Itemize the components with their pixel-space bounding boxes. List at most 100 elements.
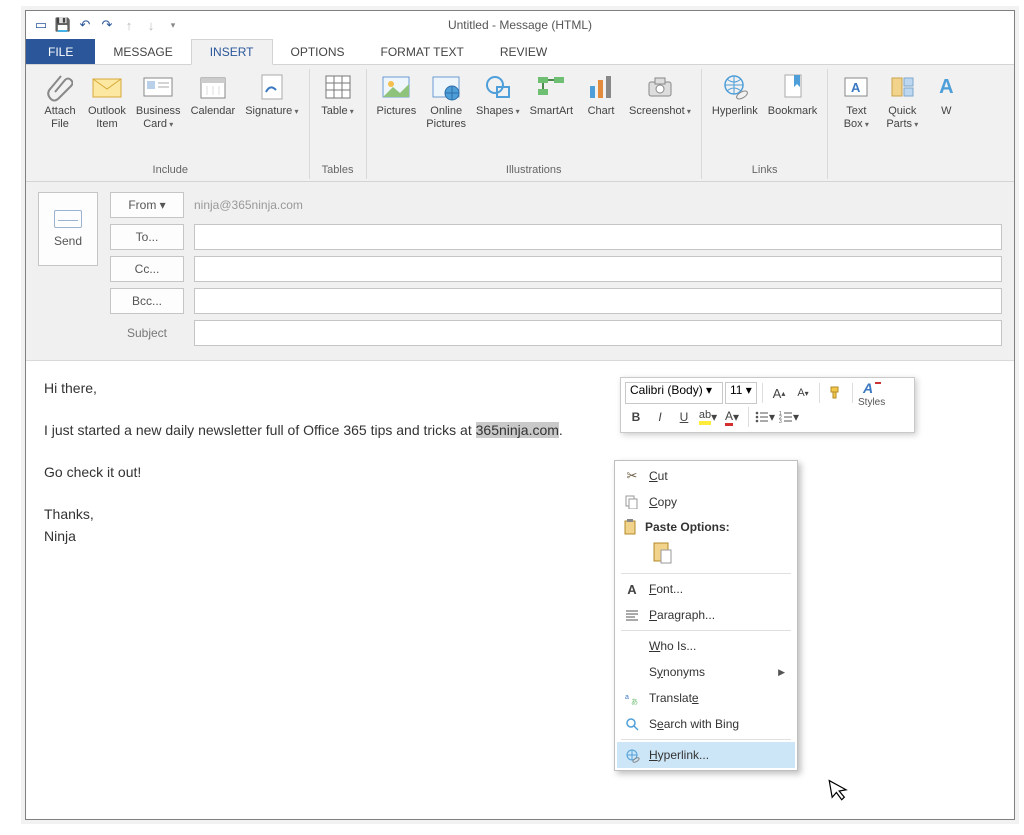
bookmark-icon (777, 71, 809, 103)
menu-font[interactable]: A Font... (617, 576, 795, 602)
text-box-button[interactable]: A Text Box (834, 69, 878, 163)
to-field[interactable] (194, 224, 1002, 250)
hyperlink-button[interactable]: Hyperlink (708, 69, 762, 163)
group-label: Illustrations (506, 163, 562, 179)
paperclip-icon (44, 71, 76, 103)
table-button[interactable]: Table (316, 69, 360, 163)
chart-button[interactable]: Chart (579, 69, 623, 163)
styles-icon[interactable]: A (861, 379, 883, 397)
font-size-select[interactable]: 11 ▾ (725, 382, 757, 404)
calendar-icon (197, 71, 229, 103)
wordart-button[interactable]: A W (926, 69, 966, 163)
envelope-icon (91, 71, 123, 103)
font-select[interactable]: Calibri (Body) ▾ (625, 382, 723, 404)
group-illustrations: Pictures Online Pictures Shapes SmartArt… (367, 69, 702, 179)
textbox-icon: A (840, 71, 872, 103)
copy-icon (623, 493, 641, 511)
tab-insert[interactable]: INSERT (191, 39, 273, 65)
menu-search-bing[interactable]: Search with Bing (617, 711, 795, 737)
globe-link-icon (623, 746, 641, 764)
pictures-button[interactable]: Pictures (373, 69, 421, 163)
menu-hyperlink[interactable]: Hyperlink... (617, 742, 795, 768)
pictures-icon (380, 71, 412, 103)
cc-field[interactable] (194, 256, 1002, 282)
tab-message[interactable]: MESSAGE (95, 39, 190, 64)
group-include: Attach File Outlook Item Business Card C… (32, 69, 310, 179)
wordart-icon: A (930, 71, 962, 103)
menu-paste-options: Paste Options: (617, 515, 795, 571)
search-icon (623, 715, 641, 733)
online-pictures-button[interactable]: Online Pictures (422, 69, 470, 163)
menu-who-is[interactable]: Who Is... (617, 633, 795, 659)
bcc-field[interactable] (194, 288, 1002, 314)
outlook-item-button[interactable]: Outlook Item (84, 69, 130, 163)
format-painter-icon[interactable] (825, 382, 847, 404)
table-icon (322, 71, 354, 103)
group-label: Tables (322, 163, 354, 179)
quick-parts-button[interactable]: Quick Parts (880, 69, 924, 163)
to-button[interactable]: To... (110, 224, 184, 250)
bold-icon[interactable]: B (625, 406, 647, 428)
mouse-cursor-icon (828, 777, 850, 804)
svg-text:a: a (625, 694, 629, 701)
numbering-icon[interactable]: 123▾ (778, 406, 800, 428)
card-icon (142, 71, 174, 103)
underline-icon[interactable]: U (673, 406, 695, 428)
business-card-button[interactable]: Business Card (132, 69, 185, 163)
signature-button[interactable]: Signature (241, 69, 302, 163)
menu-copy[interactable]: Copy (617, 489, 795, 515)
qat-customize-icon[interactable]: ▾ (162, 14, 184, 36)
italic-icon[interactable]: I (649, 406, 671, 428)
calendar-button[interactable]: Calendar (187, 69, 240, 163)
group-tables: Table Tables (310, 69, 367, 179)
redo-icon[interactable]: ↷ (96, 14, 118, 36)
send-envelope-icon (54, 210, 82, 228)
tab-review[interactable]: REVIEW (482, 39, 565, 64)
mini-toolbar: Calibri (Body) ▾ 11 ▾ A▴ A▾ A Styles B I… (620, 377, 915, 433)
bullets-icon[interactable]: ▾ (754, 406, 776, 428)
menu-cut[interactable]: ✂ Cut (617, 463, 795, 489)
shrink-font-icon[interactable]: A▾ (792, 382, 814, 404)
smartart-icon (535, 71, 567, 103)
grow-font-icon[interactable]: A▴ (768, 382, 790, 404)
bookmark-button[interactable]: Bookmark (764, 69, 822, 163)
attach-file-button[interactable]: Attach File (38, 69, 82, 163)
tab-file[interactable]: FILE (26, 39, 95, 64)
group-links: Hyperlink Bookmark Links (702, 69, 828, 179)
tab-format-text[interactable]: FORMAT TEXT (363, 39, 482, 64)
group-label: Links (752, 163, 778, 179)
online-pictures-icon (430, 71, 462, 103)
undo-icon[interactable]: ↶ (74, 14, 96, 36)
save-icon[interactable]: 💾 (52, 14, 74, 36)
message-header: Send From ▾ ninja@365ninja.com To... Cc.… (26, 182, 1014, 361)
bcc-button[interactable]: Bcc... (110, 288, 184, 314)
smartart-button[interactable]: SmartArt (526, 69, 577, 163)
tab-options[interactable]: OPTIONS (273, 39, 363, 64)
next-icon[interactable]: ↓ (140, 14, 162, 36)
svg-text:A: A (851, 80, 861, 95)
paste-keep-source-icon[interactable] (649, 539, 675, 565)
menu-synonyms[interactable]: Synonyms ▶ (617, 659, 795, 685)
font-a-icon: A (623, 580, 641, 598)
screenshot-button[interactable]: Screenshot (625, 69, 695, 163)
svg-text:A: A (862, 380, 873, 396)
from-value: ninja@365ninja.com (194, 198, 303, 212)
from-button[interactable]: From ▾ (110, 192, 184, 218)
signature-icon (256, 71, 288, 103)
send-label: Send (54, 234, 82, 248)
quick-parts-icon (886, 71, 918, 103)
menu-translate[interactable]: aあ Translate (617, 685, 795, 711)
prev-icon[interactable]: ↑ (118, 14, 140, 36)
ribbon: Attach File Outlook Item Business Card C… (26, 65, 1014, 182)
font-color-icon[interactable]: A▾ (721, 406, 743, 428)
menu-paragraph[interactable]: Paragraph... (617, 602, 795, 628)
cc-button[interactable]: Cc... (110, 256, 184, 282)
screenshot-icon (644, 71, 676, 103)
subject-field[interactable] (194, 320, 1002, 346)
highlight-icon[interactable]: ab▾ (697, 406, 719, 428)
shapes-icon (482, 71, 514, 103)
send-button[interactable]: Send (38, 192, 98, 266)
window-icon: ▭ (30, 14, 52, 36)
shapes-button[interactable]: Shapes (472, 69, 524, 163)
group-label: Include (153, 163, 188, 179)
